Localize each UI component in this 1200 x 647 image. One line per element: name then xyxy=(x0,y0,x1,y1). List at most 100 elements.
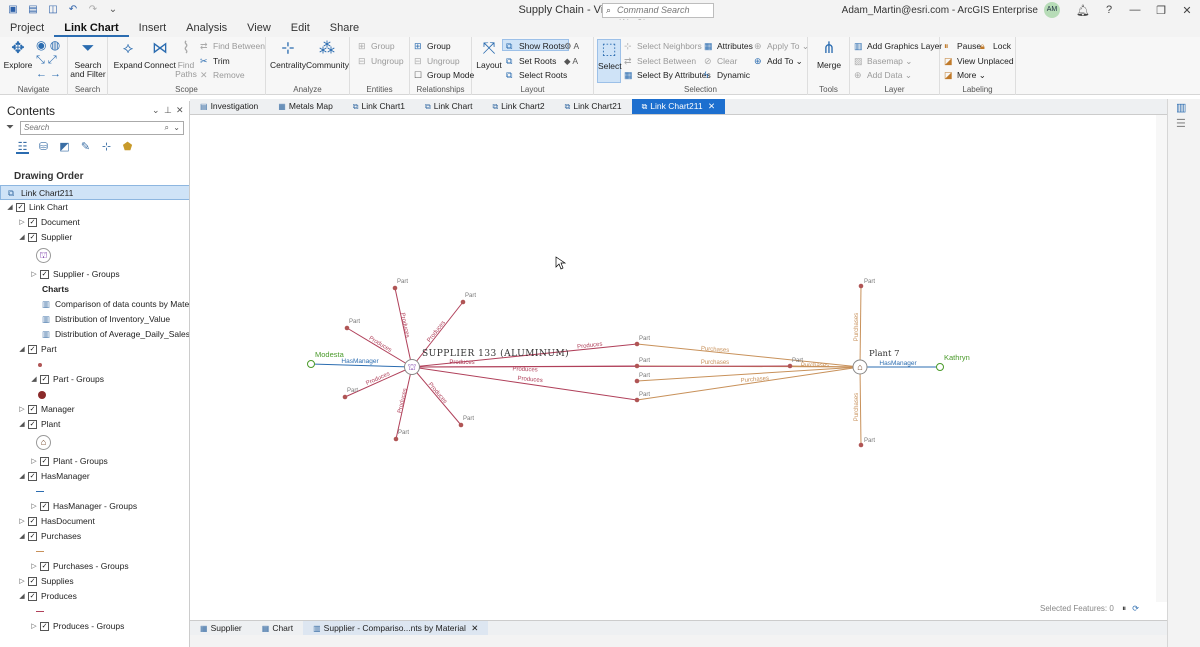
zoom-full-icon[interactable]: ◉ ◍ xyxy=(36,39,60,51)
visibility-checkbox[interactable]: ✓ xyxy=(28,405,37,414)
redo-icon[interactable]: ↷ xyxy=(86,3,100,17)
list-by-labeling-icon[interactable]: ⬟ xyxy=(121,141,134,154)
pin-icon[interactable]: ⊥ xyxy=(164,105,172,116)
find-between-button[interactable]: ⇄ Find Between xyxy=(200,40,265,52)
expand-arrow-icon[interactable]: ▷ xyxy=(18,215,26,230)
tree-item-selected[interactable]: ⧉ Link Chart211 xyxy=(0,185,189,200)
expand-arrow-icon[interactable]: ▷ xyxy=(18,574,26,589)
catalog-icon[interactable]: ▥ xyxy=(1176,101,1186,114)
part-node[interactable] xyxy=(787,363,793,369)
dynamic-button[interactable]: ϟ Dynamic xyxy=(704,69,750,81)
tab-analysis[interactable]: Analysis xyxy=(176,20,237,37)
tree-item[interactable] xyxy=(0,544,189,559)
visibility-checkbox[interactable]: ✓ xyxy=(40,270,49,279)
tree-item[interactable]: ▷ ✓ Purchases - Groups xyxy=(0,559,189,574)
tree-item[interactable]: ▷ ✓ HasDocument xyxy=(0,514,189,529)
centrality-button[interactable]: ⊹ Centrality xyxy=(270,39,306,70)
tree-item[interactable]: ⌂ xyxy=(0,432,189,454)
tab-edit[interactable]: Edit xyxy=(281,20,320,37)
part-node[interactable] xyxy=(634,341,640,347)
tree-item[interactable] xyxy=(0,357,189,372)
tab-share[interactable]: Share xyxy=(320,20,369,37)
expand-arrow-icon[interactable]: ▷ xyxy=(30,267,38,282)
visibility-checkbox[interactable]: ✓ xyxy=(40,457,49,466)
tree-item[interactable]: ◢ ✓ Part xyxy=(0,342,189,357)
part-node[interactable] xyxy=(858,442,864,448)
visibility-checkbox[interactable]: ✓ xyxy=(28,577,37,586)
merge-button[interactable]: ⋔ Merge xyxy=(814,39,844,70)
doc-tab-link-chart1[interactable]: ⧉ Link Chart1 xyxy=(343,99,415,114)
refresh-icon[interactable]: ⟳ xyxy=(1132,604,1139,613)
customize-qat-icon[interactable]: ⌄ xyxy=(106,3,120,17)
expand-arrow-icon[interactable]: ▷ xyxy=(30,454,38,469)
expand-arrow-icon[interactable]: ▷ xyxy=(18,514,26,529)
bottom-tab-1[interactable]: ▦ Chart xyxy=(252,621,303,635)
visibility-checkbox[interactable]: ✓ xyxy=(28,517,37,526)
entities-ungroup-button[interactable]: ⊟ Ungroup xyxy=(358,55,404,67)
tab-project[interactable]: Project xyxy=(0,20,54,37)
visibility-checkbox[interactable]: ✓ xyxy=(40,375,49,384)
undo-icon[interactable]: ↶ xyxy=(66,3,80,17)
manager-node-icon[interactable] xyxy=(307,360,315,368)
new-project-icon[interactable]: ▣ xyxy=(6,3,20,17)
label-size-icon[interactable]: ◆ A xyxy=(564,55,578,67)
tree-item[interactable]: ▥ Distribution of Average_Daily_Sales xyxy=(0,327,189,342)
more-button[interactable]: ◪ More ⌄ xyxy=(944,69,986,81)
contents-search-input[interactable]: Search ⌕ ⌄ xyxy=(20,121,184,135)
visibility-checkbox[interactable]: ✓ xyxy=(40,562,49,571)
relationships-group-button[interactable]: ⊞ Group xyxy=(414,40,451,52)
add-graphics-layer-button[interactable]: ▥ Add Graphics Layer xyxy=(854,40,942,52)
tree-item[interactable]: ▷ ✓ Document xyxy=(0,215,189,230)
collapse-arrow-icon[interactable]: ◢ xyxy=(18,589,26,604)
tree-item[interactable] xyxy=(0,604,189,619)
basemap-button[interactable]: ▨ Basemap ⌄ xyxy=(854,55,912,67)
save-icon[interactable]: ◫ xyxy=(46,3,60,17)
bottom-tab-0[interactable]: ▦ Supplier xyxy=(190,621,252,635)
part-node[interactable] xyxy=(342,394,348,400)
tree-item[interactable]: ⛫ xyxy=(0,245,189,267)
tab-view[interactable]: View xyxy=(237,20,281,37)
apply-to-button[interactable]: ⊕ Apply To ⌄ xyxy=(754,40,809,52)
trim-button[interactable]: ✂ Trim xyxy=(200,55,230,67)
list-by-drawing-order-icon[interactable]: ☷ xyxy=(16,141,29,154)
user-name[interactable]: Adam_Martin@esri.com - ArcGIS Enterprise xyxy=(842,5,1038,16)
expand-arrow-icon[interactable]: ▷ xyxy=(30,559,38,574)
part-node[interactable] xyxy=(634,378,640,384)
collapse-arrow-icon[interactable]: ◢ xyxy=(6,200,14,215)
tree-item[interactable]: ▷ ✓ Supplier - Groups xyxy=(0,267,189,282)
select-by-attributes-button[interactable]: ▦ Select By Attributes xyxy=(624,69,711,81)
list-by-editing-icon[interactable]: ✎ xyxy=(79,141,92,154)
expand-arrow-icon[interactable]: ▷ xyxy=(30,499,38,514)
visibility-checkbox[interactable]: ✓ xyxy=(28,218,37,227)
close-icon[interactable]: ✕ xyxy=(1174,4,1200,17)
link-chart-canvas[interactable]: Part Produces Part Produces Part Produces Part… xyxy=(190,115,1167,602)
select-button[interactable]: ⬚ Select xyxy=(597,39,622,83)
entities-group-button[interactable]: ⊞ Group xyxy=(358,40,395,52)
tree-item[interactable]: ▷ ✓ Produces - Groups xyxy=(0,619,189,634)
vertical-scrollbar[interactable] xyxy=(1156,115,1167,602)
visibility-checkbox[interactable]: ✓ xyxy=(28,472,37,481)
pause-drawing-icon[interactable]: ⏸ xyxy=(1122,604,1126,613)
connect-button[interactable]: ⋈ Connect xyxy=(144,39,176,70)
remove-button[interactable]: ✕ Remove xyxy=(200,69,245,81)
tree-item[interactable] xyxy=(0,387,189,402)
part-node[interactable] xyxy=(858,283,864,289)
link-chart-graph[interactable]: Part Produces Part Produces Part Produces Part… xyxy=(190,115,1167,602)
tab-link-chart[interactable]: Link Chart xyxy=(54,20,129,37)
doc-tab-link-chart[interactable]: ⧉ Link Chart xyxy=(415,99,482,114)
tree-item[interactable]: ◢ ✓ Purchases xyxy=(0,529,189,544)
find-paths-button[interactable]: ⌇ Find Paths xyxy=(175,39,197,79)
explore-button[interactable]: ✥ Explore xyxy=(3,39,33,70)
tab-insert[interactable]: Insert xyxy=(129,20,177,37)
part-node[interactable] xyxy=(458,422,464,428)
restore-icon[interactable]: ❐ xyxy=(1148,4,1174,17)
bottom-tab-2[interactable]: ▥ Supplier - Compariso...nts by Material … xyxy=(303,621,489,635)
expand-button[interactable]: ⟡ Expand xyxy=(112,39,144,70)
tree-item[interactable]: ▷ ✓ HasManager - Groups xyxy=(0,499,189,514)
search-filter-button[interactable]: ⏷ Search and Filter xyxy=(70,39,106,79)
doc-tab-link-chart211[interactable]: ⧉ Link Chart211 ✕ xyxy=(631,99,726,114)
attributes-button[interactable]: ▦ Attributes xyxy=(704,40,753,52)
doc-tab-link-chart21[interactable]: ⧉ Link Chart21 xyxy=(555,99,632,114)
close-tab-icon[interactable]: ✕ xyxy=(706,101,715,111)
manager-node-icon[interactable] xyxy=(936,363,944,371)
